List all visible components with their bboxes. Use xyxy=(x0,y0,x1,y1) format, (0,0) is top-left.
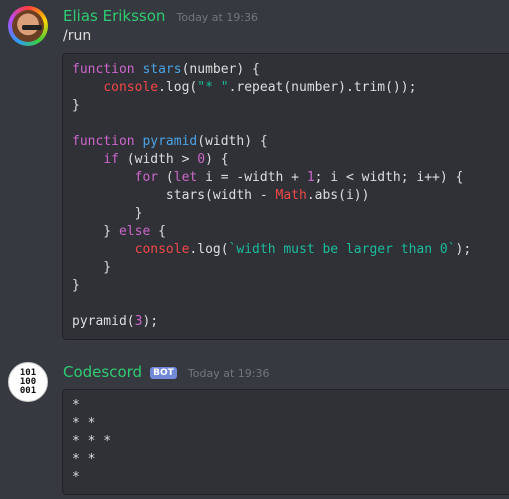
code-line: function stars(number) { xyxy=(72,61,500,79)
output-line: * xyxy=(72,470,80,485)
code-line: pyramid(3); xyxy=(72,313,500,331)
output-line: * * * xyxy=(72,434,112,449)
code-token: 1 xyxy=(306,170,315,185)
code-token: if xyxy=(103,152,119,167)
code-token: "* " xyxy=(197,80,229,95)
code-token: ( xyxy=(158,170,174,185)
code-token: pyramid xyxy=(142,134,198,149)
code-token: 0 xyxy=(197,152,206,167)
code-token: let xyxy=(173,170,198,185)
code-token: } xyxy=(72,260,112,275)
code-line: for (let i = -width + 1; i < width; i++)… xyxy=(72,169,500,187)
code-token: .abs(i)) xyxy=(306,188,370,203)
code-line: } else { xyxy=(72,223,500,241)
code-token: console xyxy=(103,80,159,95)
code-token: } xyxy=(72,278,80,293)
code-line: function pyramid(width) { xyxy=(72,133,500,151)
binary-avatar-glyph: 101 100 001 xyxy=(19,368,37,396)
code-token: stars(width - xyxy=(72,188,276,203)
code-token: (width) { xyxy=(197,134,268,149)
user-avatar[interactable] xyxy=(8,6,48,46)
message-header: Codescord BOT Today at 19:36 xyxy=(63,362,269,381)
code-token: (width > xyxy=(118,152,198,167)
code-token: .repeat(number).trim()); xyxy=(228,80,417,95)
code-token: ) { xyxy=(205,152,229,167)
code-block: function stars(number) { console.log("* … xyxy=(62,53,509,340)
timestamp: Today at 19:36 xyxy=(176,11,259,24)
code-line: } xyxy=(72,97,500,115)
code-line: console.log("* ".repeat(number).trim()); xyxy=(72,79,500,97)
code-token: } xyxy=(72,224,119,239)
code-token: console xyxy=(134,242,190,257)
code-token: function xyxy=(72,134,143,149)
message-header: Elias Eriksson Today at 19:36 xyxy=(63,6,258,25)
code-token: else xyxy=(118,224,151,239)
timestamp: Today at 19:36 xyxy=(187,367,270,380)
avatar-face xyxy=(12,10,44,42)
code-line: } xyxy=(72,259,500,277)
code-token: stars xyxy=(142,62,182,77)
avatar-sunglasses xyxy=(22,25,42,30)
code-token: `width must be larger than 0` xyxy=(228,242,456,257)
code-line: if (width > 0) { xyxy=(72,151,500,169)
output-line: * xyxy=(72,398,80,413)
code-line: stars(width - Math.abs(i)) xyxy=(72,187,500,205)
code-token: (number) { xyxy=(181,62,260,77)
output-line: * * xyxy=(72,416,96,431)
bot-badge: BOT xyxy=(150,367,177,379)
code-token: ; i < width; i++) { xyxy=(314,170,464,185)
code-token: for xyxy=(134,170,159,185)
code-line: } xyxy=(72,277,500,295)
code-token: .log( xyxy=(158,80,198,95)
username[interactable]: Codescord xyxy=(63,363,142,381)
code-token: ); xyxy=(455,242,472,257)
code-token: } xyxy=(72,206,143,221)
code-token: i = -width + xyxy=(197,170,307,185)
code-line: } xyxy=(72,205,500,223)
code-token: } xyxy=(72,98,80,113)
output-block: * * * * * * * * * xyxy=(62,389,509,495)
code-token: function xyxy=(72,62,143,77)
code-token: pyramid( xyxy=(72,314,135,329)
username[interactable]: Elias Eriksson xyxy=(63,7,165,25)
code-line: console.log(`width must be larger than 0… xyxy=(72,241,500,259)
code-token: { xyxy=(150,224,166,239)
message-text: /run xyxy=(63,28,92,44)
output-line: * * xyxy=(72,452,96,467)
code-token: .log( xyxy=(189,242,229,257)
code-token: Math xyxy=(275,188,307,203)
bot-avatar[interactable]: 101 100 001 xyxy=(8,362,48,402)
code-token: ); xyxy=(142,314,159,329)
